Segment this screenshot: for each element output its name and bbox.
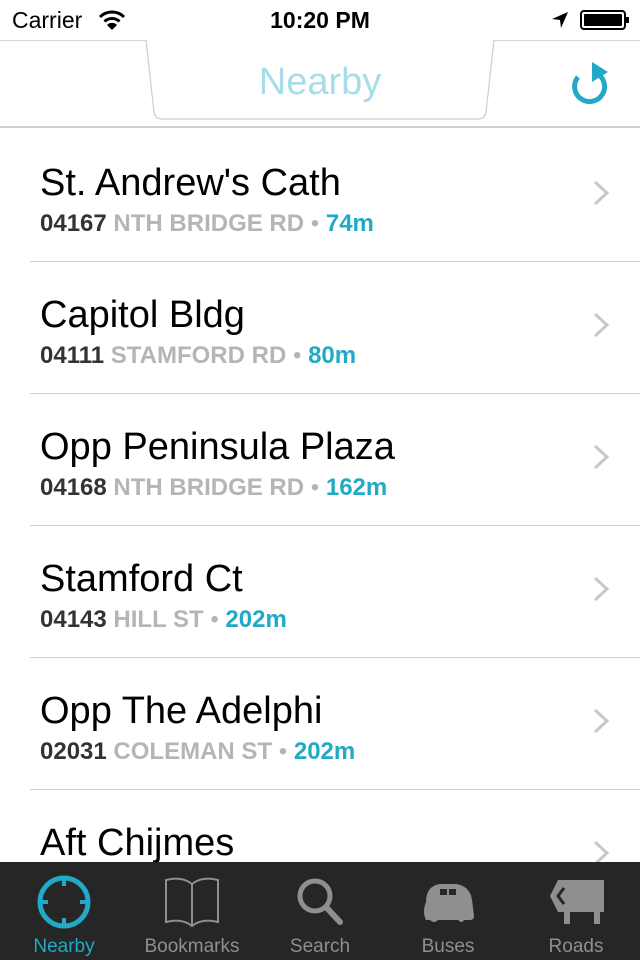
- stop-code: 04111: [40, 342, 105, 369]
- distance: 202m: [293, 738, 356, 765]
- distance: 202m: [225, 606, 287, 633]
- separator: •: [278, 738, 288, 765]
- road-sign-icon: [550, 880, 604, 924]
- list-item[interactable]: St. Andrew's Cath 04167 NTH BRIDGE RD • …: [0, 130, 640, 262]
- navigation-bar: Nearby: [0, 40, 640, 128]
- stop-details: 04168 NTH BRIDGE RD • 162m: [40, 474, 387, 502]
- distance: 74m: [325, 210, 374, 237]
- stop-name: Opp Peninsula Plaza: [40, 426, 395, 468]
- status-time: 10:20 PM: [270, 7, 370, 33]
- stop-name: St. Andrew's Cath: [40, 162, 341, 204]
- chevron-right-icon: [593, 312, 610, 338]
- stop-name: Capitol Bldg: [40, 294, 245, 336]
- tab-roads[interactable]: Roads: [512, 862, 640, 960]
- tab-nearby[interactable]: Nearby: [0, 862, 128, 960]
- chevron-right-icon: [593, 444, 610, 470]
- distance: 80m: [308, 342, 357, 369]
- separator: •: [292, 342, 302, 369]
- stop-details: 04167 NTH BRIDGE RD • 74m: [40, 210, 374, 238]
- refresh-icon[interactable]: [566, 59, 614, 109]
- road-name: HILL ST: [113, 606, 204, 633]
- tab-bar: Nearby Bookmarks Search Buses Roads: [0, 862, 640, 960]
- book-icon: [165, 877, 219, 928]
- chevron-right-icon: [593, 840, 610, 862]
- tab-label: Search: [289, 936, 351, 957]
- stop-code: 04143: [40, 606, 107, 633]
- list-item[interactable]: Opp Peninsula Plaza 04168 NTH BRIDGE RD …: [0, 394, 640, 526]
- stop-name: Stamford Ct: [40, 558, 243, 600]
- stop-name: Aft Chijmes: [40, 822, 235, 862]
- tab-search[interactable]: Search: [256, 862, 384, 960]
- stop-code: 02031: [40, 738, 107, 765]
- stop-details: 04143 HILL ST • 202m: [40, 606, 287, 634]
- search-icon: [297, 878, 343, 925]
- chevron-right-icon: [593, 180, 610, 206]
- crosshair-icon: [37, 875, 91, 929]
- list-item[interactable]: Aft Chijmes: [0, 790, 640, 862]
- separator: •: [210, 606, 219, 633]
- battery-icon: [580, 10, 629, 30]
- tab-label: Roads: [548, 936, 604, 957]
- list-item[interactable]: Opp The Adelphi 02031 COLEMAN ST • 202m: [0, 658, 640, 790]
- road-name: NTH BRIDGE RD: [113, 474, 305, 501]
- stop-code: 04167: [40, 210, 107, 237]
- bus-icon: [424, 884, 474, 922]
- chevron-right-icon: [593, 576, 610, 602]
- tab-label: Bookmarks: [144, 936, 240, 957]
- nearby-stops-list[interactable]: St. Andrew's Cath 04167 NTH BRIDGE RD • …: [0, 130, 640, 862]
- chevron-right-icon: [593, 708, 610, 734]
- stop-details: 02031 COLEMAN ST • 202m: [40, 738, 355, 766]
- road-name: NTH BRIDGE RD: [113, 210, 305, 237]
- road-name: STAMFORD RD: [110, 342, 287, 369]
- tab-label: Buses: [421, 936, 475, 957]
- separator: •: [310, 474, 320, 501]
- road-name: COLEMAN ST: [113, 738, 273, 765]
- stop-details: 04111 STAMFORD RD • 80m: [40, 342, 356, 370]
- list-item[interactable]: Stamford Ct 04143 HILL ST • 202m: [0, 526, 640, 658]
- tab-bookmarks[interactable]: Bookmarks: [128, 862, 256, 960]
- tab-label: Nearby: [33, 936, 95, 957]
- status-bar: Carrier 10:20 PM: [0, 0, 640, 40]
- list-item[interactable]: Capitol Bldg 04111 STAMFORD RD • 80m: [0, 262, 640, 394]
- page-title: Nearby: [258, 61, 382, 103]
- separator: •: [310, 210, 320, 237]
- location-arrow-icon: [552, 12, 568, 28]
- stop-name: Opp The Adelphi: [40, 690, 323, 732]
- tab-buses[interactable]: Buses: [384, 862, 512, 960]
- stop-code: 04168: [40, 474, 107, 501]
- distance: 162m: [325, 474, 388, 501]
